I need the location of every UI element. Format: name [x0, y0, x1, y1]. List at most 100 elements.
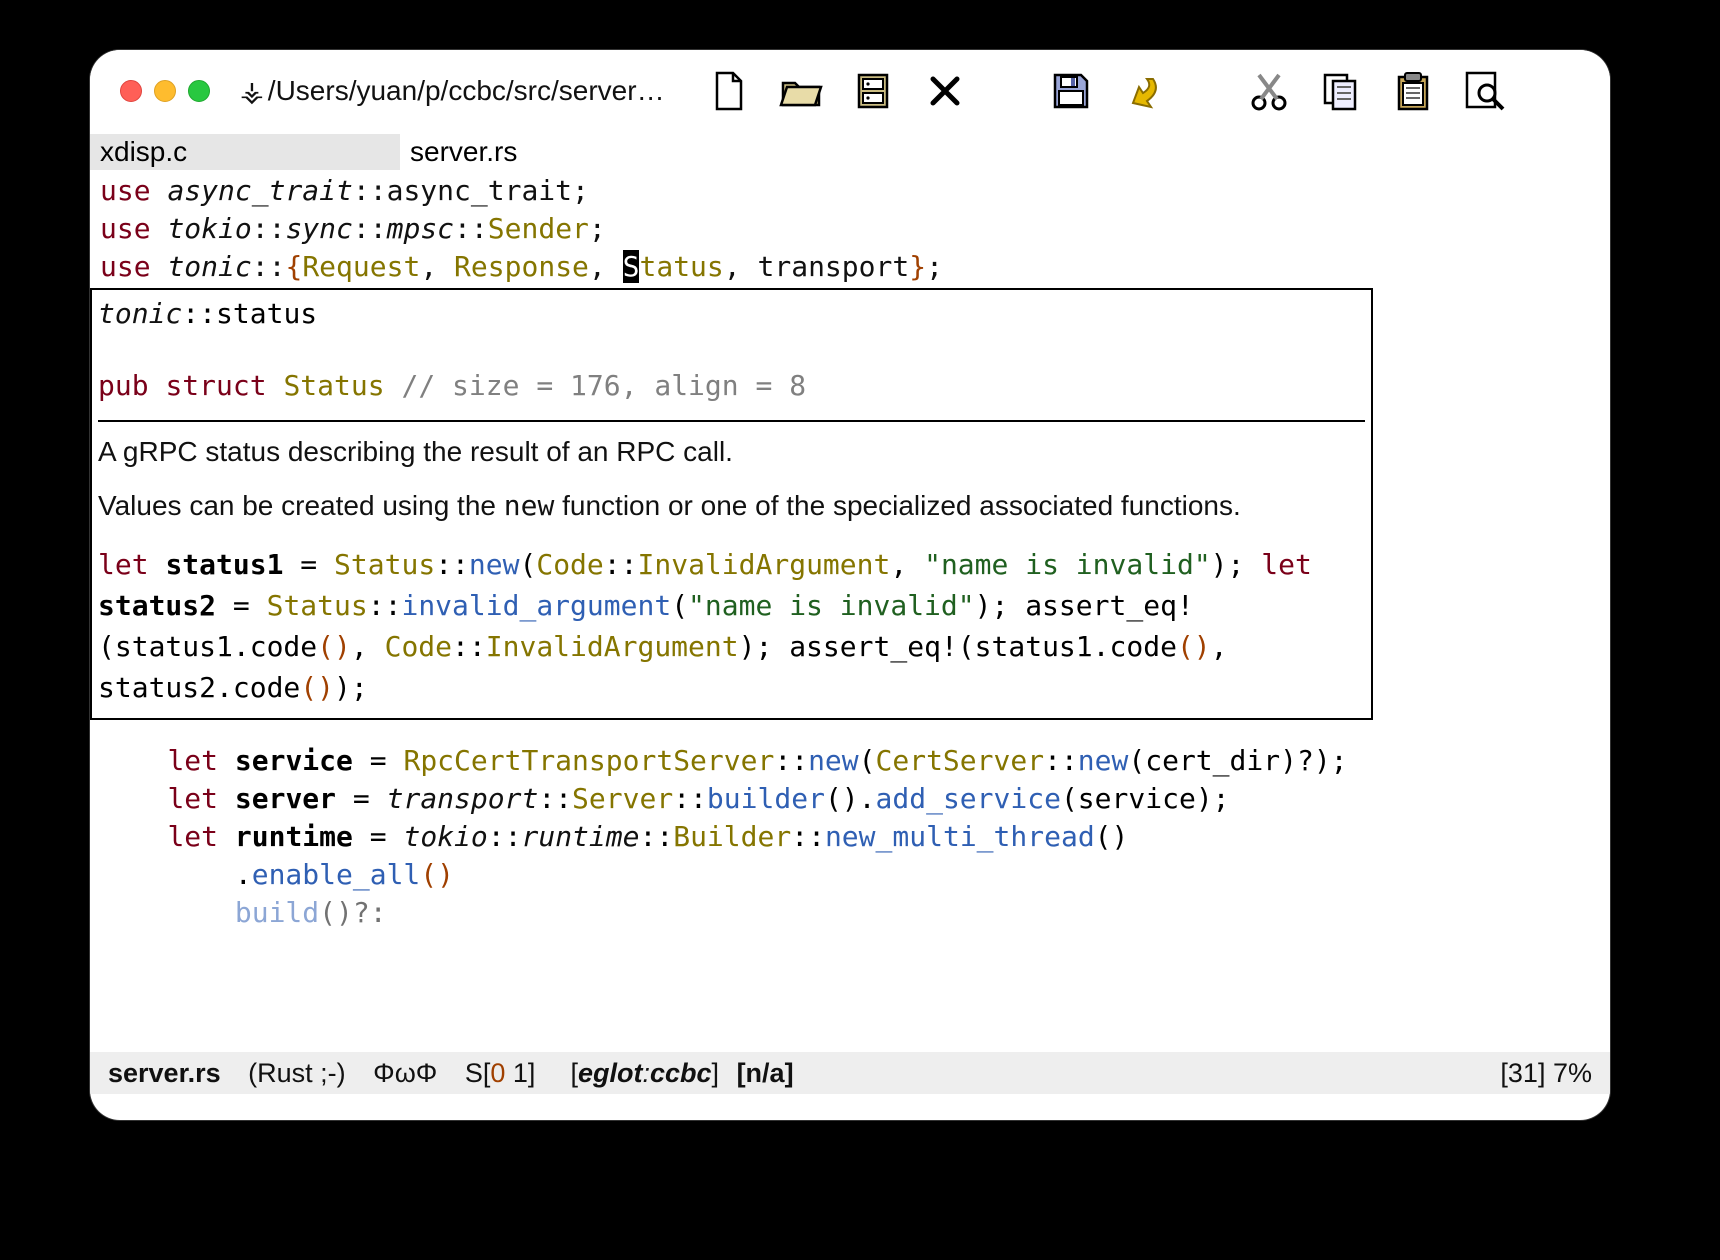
fn-name: new [1078, 744, 1129, 777]
code-text: ; [926, 250, 943, 283]
code-text: ::async_trait; [353, 174, 589, 207]
new-file-icon[interactable] [707, 67, 751, 115]
code-text: ); [739, 630, 773, 663]
editor-window: ⚶ /Users/yuan/p/ccbc/src/server… [90, 50, 1610, 1120]
keyword: let [1261, 548, 1312, 581]
path-seg: mpsc [387, 212, 454, 245]
doc-path: tonic::status [98, 294, 1365, 334]
tab-xdisp[interactable]: xdisp.c [90, 134, 400, 170]
code-text: = [283, 548, 334, 581]
string: "name is invalid" [924, 548, 1211, 581]
code-text: ::status [182, 297, 317, 330]
fn-name: invalid_argument [401, 589, 671, 622]
type-name: RpcCertTransportServer [403, 744, 774, 777]
string: "name is invalid" [688, 589, 975, 622]
fn-name: add_service [876, 782, 1061, 815]
brace: } [909, 250, 926, 283]
doc-paragraph: Values can be created using the new func… [98, 486, 1365, 526]
cut-icon[interactable] [1247, 67, 1291, 115]
tab-server[interactable]: server.rs [400, 134, 537, 170]
type-name: Status [283, 369, 384, 402]
fn-name: new_multi_thread [825, 820, 1095, 853]
macro: assert_eq! [1025, 589, 1194, 622]
paste-icon[interactable] [1391, 67, 1435, 115]
titlebar: ⚶ /Users/yuan/p/ccbc/src/server… [90, 50, 1610, 132]
path-seg: tonic [167, 250, 251, 283]
code-text: ()?: [319, 896, 386, 929]
keyword: let [98, 548, 149, 581]
comment: // size = 176, align = 8 [401, 369, 806, 402]
code-text: = [353, 820, 404, 853]
type-name: Status [334, 548, 435, 581]
type-name: Request [302, 250, 420, 283]
fn-name: new [808, 744, 859, 777]
kill-buffer-icon[interactable] [923, 67, 967, 115]
paren: () [1177, 630, 1211, 663]
code-text: ; [589, 212, 606, 245]
code-text: (status1.code [98, 630, 317, 663]
path-seg: sync [285, 212, 352, 245]
modeline-major-mode: (Rust ;-) [248, 1058, 346, 1089]
hover-doc-popup: tonic::status pub struct Status // size … [90, 288, 1373, 720]
var-name: runtime [235, 820, 353, 853]
field: InvalidArgument [486, 630, 739, 663]
code-text: (cert_dir)? [1128, 744, 1313, 777]
undo-icon[interactable] [1121, 67, 1165, 115]
fn-name: new [469, 548, 520, 581]
code-text: ); [1211, 548, 1245, 581]
var-name: service [235, 744, 353, 777]
title-path: ⚶ /Users/yuan/p/ccbc/src/server… [240, 75, 665, 108]
path-seg: tokio [403, 820, 487, 853]
doc-code-example: let status1 = Status::new(Code::InvalidA… [98, 544, 1365, 708]
minimize-window-button[interactable] [154, 80, 176, 102]
code-text: (service); [1061, 782, 1230, 815]
macro: assert_eq! [789, 630, 958, 663]
code-text: (). [825, 782, 876, 815]
modeline-flycheck: S[0 1] [465, 1058, 536, 1089]
code-text: (status1.code [958, 630, 1177, 663]
code-text: = [353, 744, 404, 777]
copy-icon[interactable] [1319, 67, 1363, 115]
type-name: Code [385, 630, 452, 663]
dired-icon[interactable] [851, 67, 895, 115]
window-controls [120, 80, 210, 102]
fn-name: builder [707, 782, 825, 815]
doc-text: Values can be created using the [98, 490, 504, 521]
keyword: let [167, 782, 218, 815]
title-path-text: /Users/yuan/p/ccbc/src/server… [268, 75, 665, 107]
save-icon[interactable] [1049, 67, 1093, 115]
fn-name: build [235, 896, 319, 929]
code-text: , [1211, 630, 1228, 663]
doc-paragraph: A gRPC status describing the result of a… [98, 432, 1365, 472]
code-text: = [216, 589, 267, 622]
zoom-window-button[interactable] [188, 80, 210, 102]
type-name: Response [454, 250, 589, 283]
code-text: , [351, 630, 385, 663]
keyword: struct [165, 369, 266, 402]
keyword: use [100, 174, 151, 207]
modeline-position: [31] 7% [1500, 1058, 1592, 1089]
type-name: Server [572, 782, 673, 815]
path-seg: async_trait [167, 174, 352, 207]
type-name: Code [536, 548, 603, 581]
modeline[interactable]: server.rs (Rust ;-) ΦωΦ S[0 1] [eglot:cc… [90, 1052, 1610, 1094]
tab-bar: xdisp.c server.rs [90, 132, 1610, 172]
path-seg: tokio [167, 212, 251, 245]
toolbar [707, 67, 1594, 115]
ident: transport [758, 250, 910, 283]
doc-divider [98, 420, 1365, 422]
paren: () [420, 858, 454, 891]
code-editor[interactable]: use async_trait::async_trait; use tokio:… [90, 172, 1610, 286]
keyword: let [167, 820, 218, 853]
doc-signature: pub struct Status // size = 176, align =… [98, 366, 1365, 406]
close-window-button[interactable] [120, 80, 142, 102]
search-icon[interactable] [1463, 67, 1507, 115]
var-name: status1 [165, 548, 283, 581]
fn-name: enable_all [252, 858, 421, 891]
code-editor-continued[interactable]: let service = RpcCertTransportServer::ne… [90, 742, 1610, 932]
open-folder-icon[interactable] [779, 67, 823, 115]
modeline-na: [n/a] [729, 1058, 794, 1089]
type-name: CertServer [876, 744, 1045, 777]
code-text: ); [1314, 744, 1348, 777]
path-seg: runtime [521, 820, 639, 853]
